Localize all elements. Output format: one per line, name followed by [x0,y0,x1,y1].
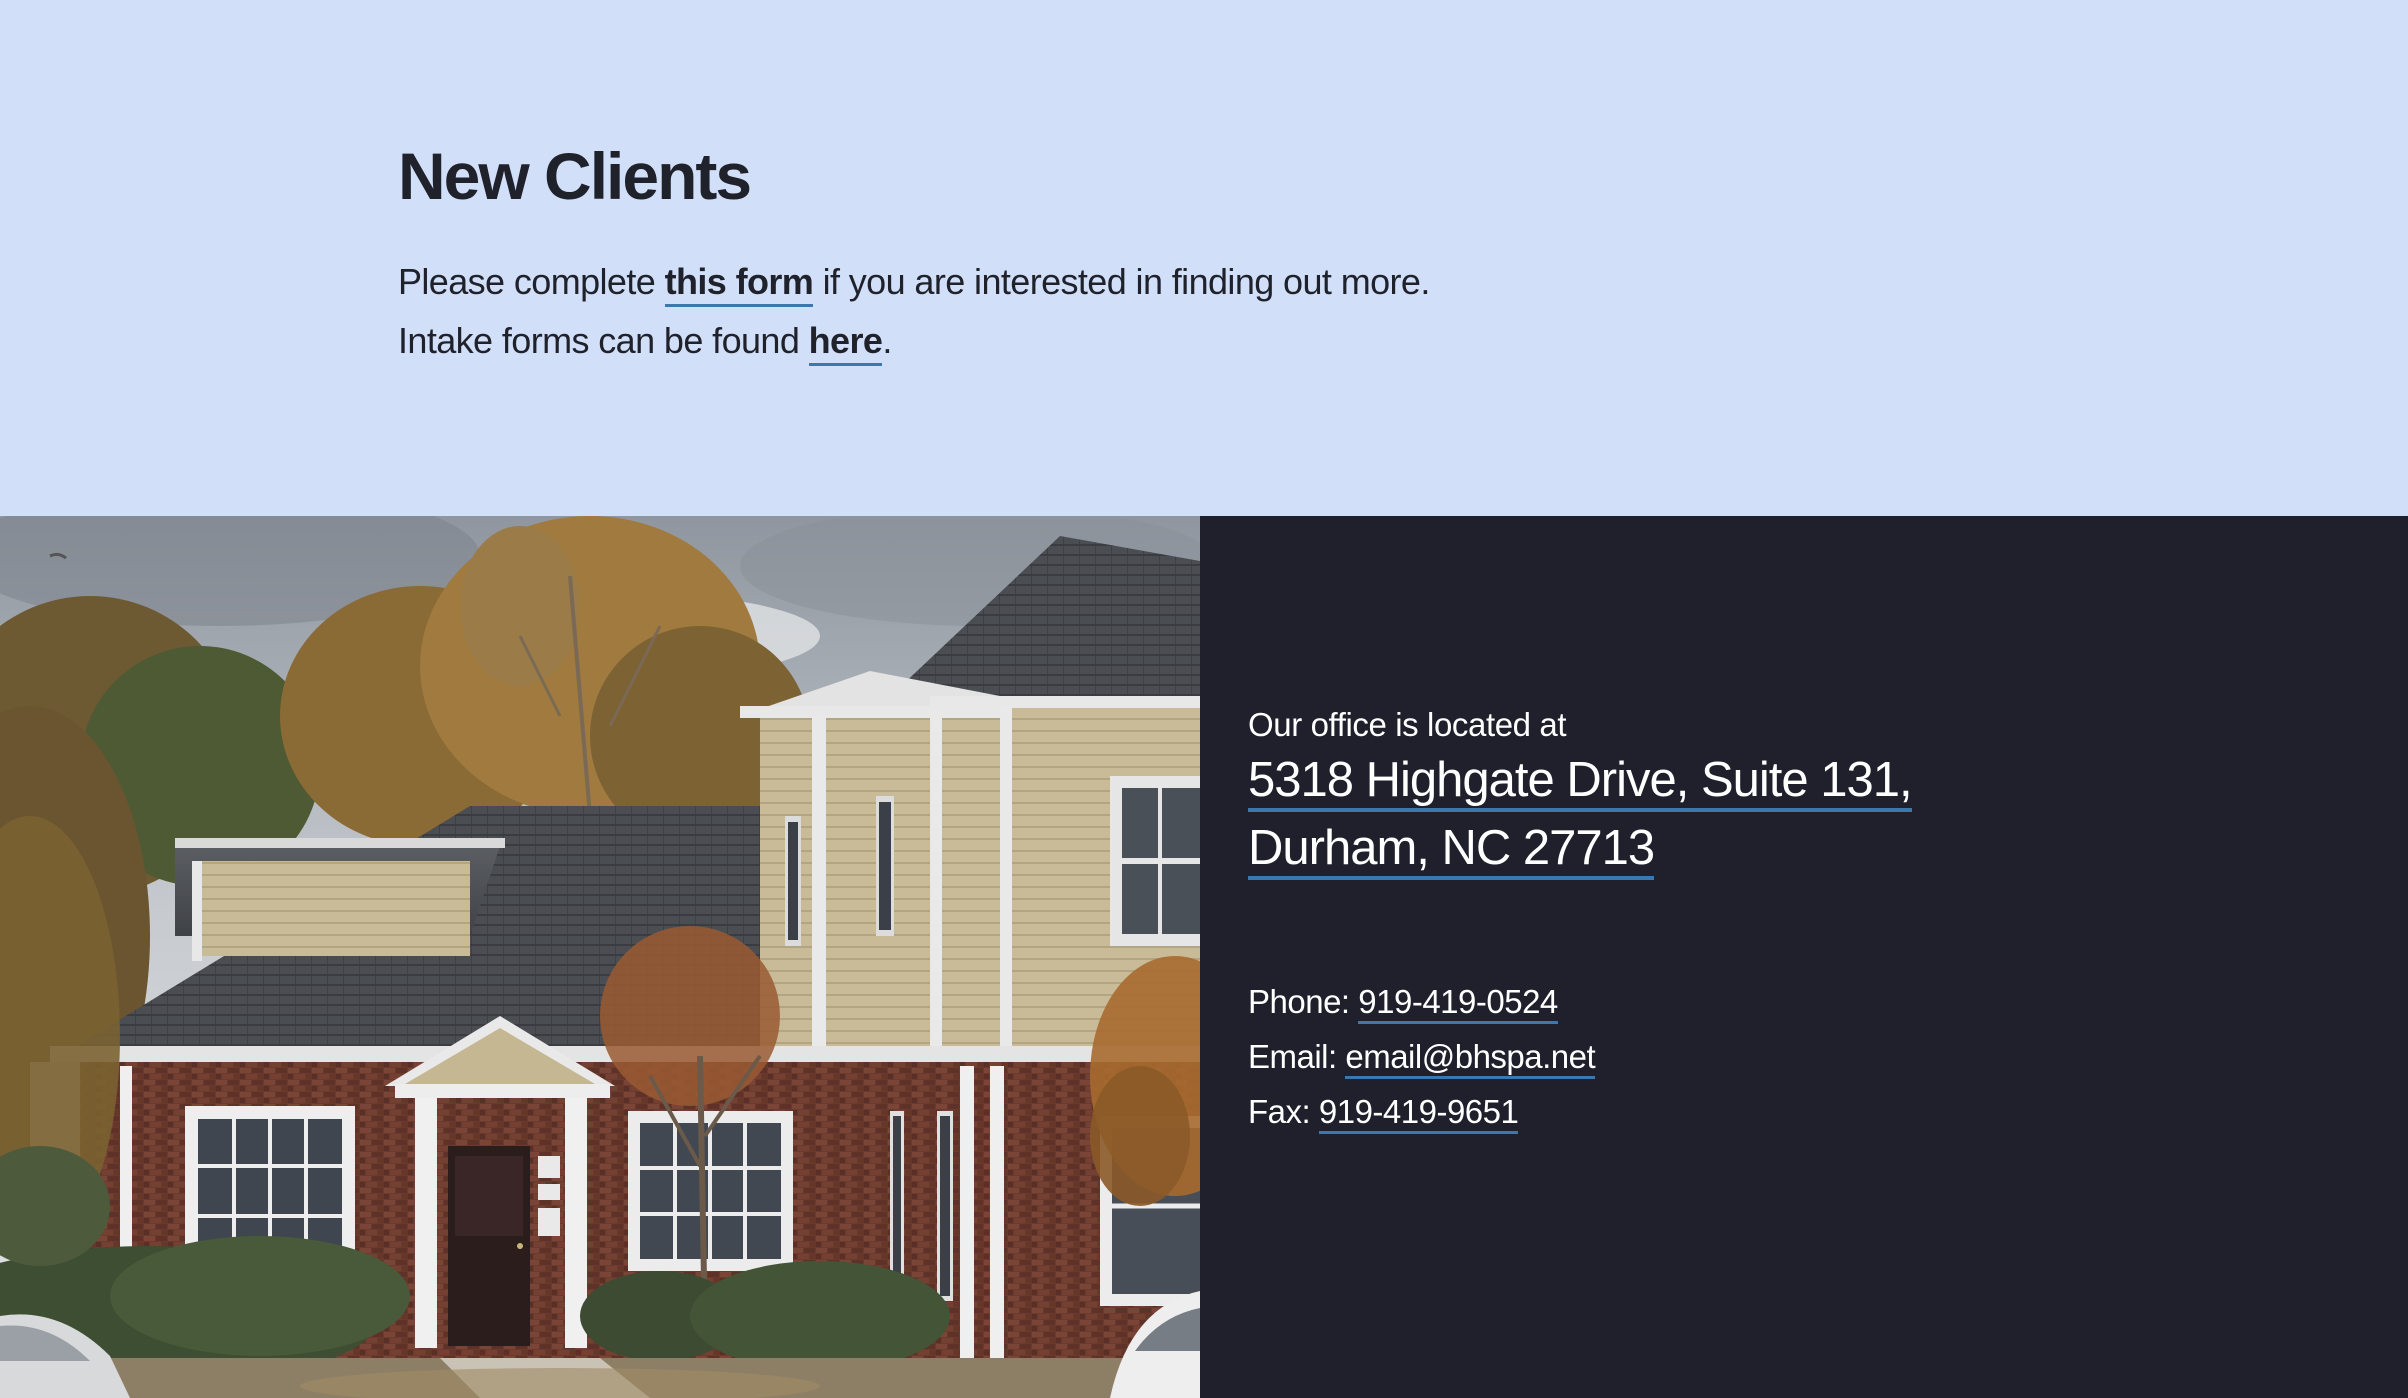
new-clients-content: New Clients Please complete this form if… [398,128,1898,370]
page: New Clients Please complete this form if… [0,0,2408,1398]
this-form-link[interactable]: this form [664,261,814,307]
location-intro: Our office is located at [1248,706,1567,743]
fax-row: Fax: 919-419-9651 [1248,1084,2348,1139]
address-line-2: Durham, NC 27713 [1248,814,2348,882]
form-text-before: Please complete [398,261,665,302]
email-row: Email: email@bhspa.net [1248,1029,2348,1084]
address-link-line-2[interactable]: Durham, NC 27713 [1248,821,1655,880]
new-clients-heading: New Clients [398,139,752,213]
form-text-after: if you are interested in finding out mor… [813,261,1431,302]
fax-label: Fax: [1248,1093,1319,1130]
email-label: Email: [1248,1038,1346,1075]
intake-text-after: . [882,320,892,361]
address-line-1: 5318 Highgate Drive, Suite 131, [1248,746,2348,814]
office-building-photo [0,516,1200,1398]
new-clients-form-text: Please complete this form if you are int… [398,252,1898,311]
intake-text-before: Intake forms can be found [398,320,809,361]
email-link[interactable]: email@bhspa.net [1345,1038,1596,1079]
contact-section: Our office is located at 5318 Highgate D… [1200,516,2408,1398]
address-link-line-1[interactable]: 5318 Highgate Drive, Suite 131, [1248,753,1913,812]
intake-forms-here-link[interactable]: here [808,320,883,366]
fax-link[interactable]: 919-419-9651 [1318,1093,1519,1134]
contact-details: Phone: 919-419-0524 Email: email@bhspa.n… [1248,974,2348,1139]
intake-forms-text: Intake forms can be found here. [398,311,1898,370]
phone-label: Phone: [1248,983,1359,1020]
phone-row: Phone: 919-419-0524 [1248,974,2348,1029]
office-building-illustration [0,516,1200,1398]
contact-content: Our office is located at 5318 Highgate D… [1248,704,2348,1139]
phone-link[interactable]: 919-419-0524 [1358,983,1558,1024]
new-clients-section: New Clients Please complete this form if… [0,0,2408,516]
